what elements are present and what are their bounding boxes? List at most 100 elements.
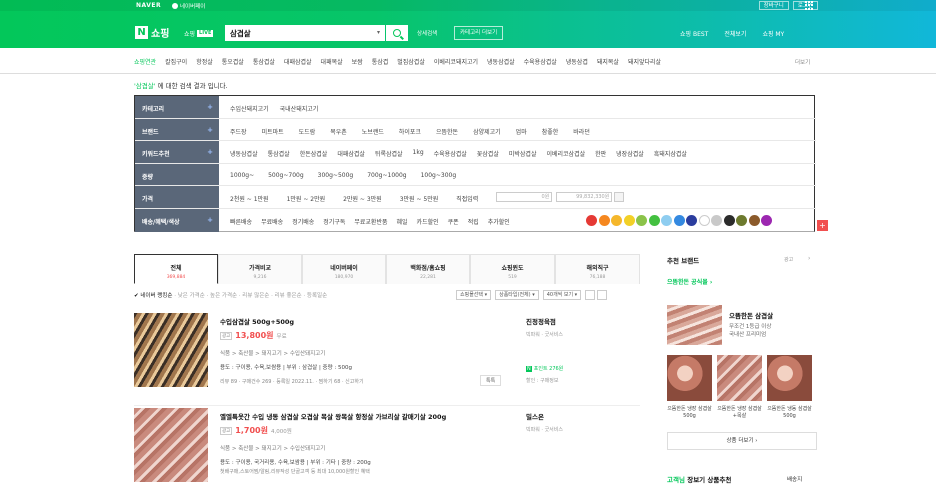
brand-product-thumb[interactable] [717, 355, 762, 401]
keyword-item[interactable]: 돼지목살 [597, 57, 619, 66]
keyword-item[interactable]: 벌집삼겹살 [397, 57, 425, 66]
filter-item[interactable]: 2만원 ~ 3만원 [343, 194, 382, 203]
filter-item[interactable]: 수입산돼지고기 [230, 104, 269, 113]
color-swatch[interactable] [636, 215, 647, 226]
brand-product-title[interactable]: 으뜸한돈 삼겹살 [729, 310, 773, 320]
sort-review-count[interactable]: · 리뷰 많은순 [239, 293, 270, 299]
price-min-input[interactable]: 0원 [496, 192, 553, 203]
product-item[interactable]: 옐엘특옷간 수입 냉동 삼겹살 오겹살 목살 왕목살 항정살 가브리살 갈매기살… [134, 406, 640, 501]
product-thumbnail[interactable] [134, 313, 208, 387]
list-view-icon[interactable] [585, 290, 596, 300]
cart-button[interactable]: 장바구니 [758, 1, 789, 10]
filter-item[interactable]: 빠른배송 [230, 217, 252, 226]
keyword-item[interactable]: 냉동삼겹살 [487, 57, 515, 66]
filter-item[interactable]: 1만원 ~ 2만원 [287, 194, 326, 203]
keyword-item[interactable]: 칼집구이 [165, 57, 187, 66]
brand-main-image[interactable] [667, 305, 722, 345]
filter-item[interactable]: 으뜸한돈 [436, 127, 458, 136]
filter-item[interactable]: 3만원 ~ 5만원 [400, 194, 439, 203]
filter-item[interactable]: 미트마트 [262, 127, 284, 136]
sort-review-score[interactable]: · 리뷰 좋은순 [271, 293, 302, 299]
sort-high-price[interactable]: · 높은 가격순 [207, 293, 238, 299]
filter-item[interactable]: 카드할인 [417, 217, 439, 226]
sort-date[interactable]: · 등록일순 [303, 293, 327, 299]
filter-item[interactable]: 적립 [468, 217, 479, 226]
filter-item[interactable]: 꽃삼겹살 [477, 149, 499, 158]
keyword-more-button[interactable]: 더보기 [795, 58, 810, 66]
brand-product-thumb[interactable] [767, 355, 812, 401]
keyword-item[interactable]: 수육용삼겹살 [524, 57, 557, 66]
shopping-my-link[interactable]: 쇼핑 MY [762, 29, 784, 38]
keyword-item[interactable]: 이베리코돼지고기 [434, 57, 478, 66]
search-button[interactable] [386, 25, 408, 41]
naver-logo[interactable]: NAVER [136, 2, 161, 9]
color-swatch[interactable] [711, 215, 722, 226]
product-title[interactable]: 수입삼겹살 500g+500g [220, 316, 294, 326]
brand-link[interactable]: 으뜸한돈 공식몰 › [667, 277, 712, 286]
color-swatch[interactable] [611, 215, 622, 226]
filter-item[interactable]: 주드장 [230, 127, 247, 136]
color-swatch[interactable] [698, 215, 710, 226]
filter-item[interactable]: 무료배송 [261, 217, 283, 226]
keyword-item[interactable]: 냉동삼겹 [566, 57, 588, 66]
seller-name[interactable]: 진정정육점 [526, 316, 556, 326]
filter-item[interactable]: 노브랜드 [362, 127, 384, 136]
keyword-item[interactable]: 대패목살 [321, 57, 343, 66]
product-type-select[interactable]: 상품타입(전체) ▾ [495, 290, 539, 300]
keyword-item[interactable]: 돼지앞다리살 [628, 57, 661, 66]
color-swatch[interactable] [736, 215, 747, 226]
filter-item[interactable]: 도드람 [299, 127, 316, 136]
keyword-item[interactable]: 항정살 [196, 57, 213, 66]
brand-product-caption[interactable]: 으뜸한돈 냉장 삼겹살 500g [667, 406, 712, 420]
keyword-item[interactable]: 보쌈 [352, 57, 363, 66]
filter-item[interactable]: 한돈삼겹살 [300, 149, 328, 158]
filter-item[interactable]: 참좋한 [542, 127, 559, 136]
filter-item[interactable]: 정기구독 [323, 217, 345, 226]
filter-item[interactable]: 혜일 [397, 217, 408, 226]
color-swatch[interactable] [748, 215, 760, 226]
tab-all[interactable]: 전체 369,884 [134, 254, 218, 284]
sort-ranking[interactable]: ✔ 네이버 랭킹순 [134, 293, 172, 299]
filter-item[interactable]: 100g~300g [421, 172, 457, 179]
color-swatch[interactable] [686, 215, 697, 226]
filter-item[interactable]: 무료교환반품 [354, 217, 387, 226]
search-input[interactable] [227, 27, 367, 39]
filter-item[interactable]: 정기배송 [292, 217, 314, 226]
category-more-button[interactable]: 카테고리 더보기 [454, 26, 504, 40]
price-max-input[interactable]: 99,832,330원 [556, 192, 613, 203]
shopping-live-link[interactable]: 쇼핑 LIVE [184, 29, 214, 38]
color-swatch[interactable] [673, 215, 685, 226]
shopping-logo[interactable]: N 쇼핑 [135, 25, 169, 40]
brand-product-caption[interactable]: 으뜸한돈 냉동 삼겹살 500g [767, 406, 812, 420]
talk-button[interactable]: 톡톡 [480, 375, 502, 386]
chevron-right-icon[interactable]: › [808, 255, 810, 262]
tab-shopping-window[interactable]: 쇼핑윈도 519 [470, 254, 555, 284]
more-products-button[interactable]: 상품 더보기 › [667, 432, 817, 450]
plus-icon[interactable]: + [817, 220, 828, 231]
filter-item[interactable]: 대패삼겹살 [337, 149, 365, 158]
color-swatch[interactable] [648, 215, 660, 226]
filter-item[interactable]: 삼양제고기 [473, 127, 501, 136]
filter-item[interactable]: 뒤록삼겹살 [375, 149, 403, 158]
filter-head[interactable]: 중량 [135, 163, 219, 186]
filter-head[interactable]: 배송/혜택/색상 + [135, 209, 219, 232]
filter-item[interactable]: 바라던 [573, 127, 590, 136]
product-item[interactable]: 수입삼겹살 500g+500g 광고 13,800원 무료 식품 > 축산물 >… [134, 311, 640, 406]
sort-low-price[interactable]: · 낮은 가격순 [174, 293, 205, 299]
filter-head[interactable]: 가격 [135, 186, 219, 208]
filter-item[interactable]: 한판 [595, 149, 606, 158]
filter-item[interactable]: 500g~700g [268, 172, 304, 179]
mall-select[interactable]: 쇼핑몰선택 ▾ [456, 290, 492, 300]
keyword-item[interactable]: 통삼겹살 [253, 57, 275, 66]
all-service-link[interactable]: 전체보기 [724, 29, 746, 38]
filter-item[interactable]: 2천원 ~ 1만원 [230, 194, 269, 203]
filter-item[interactable]: 국내산돼지고기 [280, 104, 319, 113]
filter-item[interactable]: 이베리코삼겹살 [546, 149, 585, 158]
filter-item[interactable]: 700g~1000g [367, 172, 406, 179]
filter-head[interactable]: 카테고리 + [135, 96, 219, 118]
keyword-item[interactable]: 통오겹살 [222, 57, 244, 66]
color-swatch[interactable] [723, 215, 735, 226]
color-swatch[interactable] [661, 215, 672, 226]
shopping-best-link[interactable]: 쇼핑 BEST [680, 29, 708, 38]
product-thumbnail[interactable] [134, 408, 208, 482]
